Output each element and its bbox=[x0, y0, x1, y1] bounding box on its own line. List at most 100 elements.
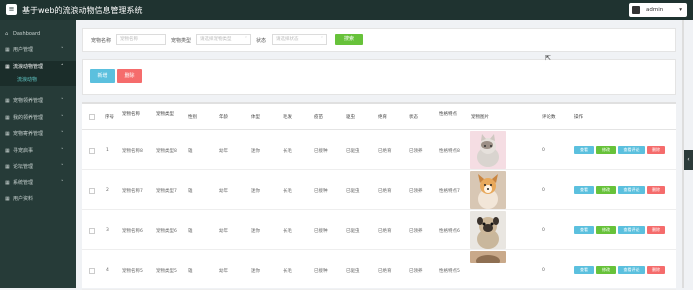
chevron-down-icon: ˅ bbox=[61, 47, 64, 53]
sidebar-item-label: 我的领养管理 bbox=[13, 115, 44, 121]
table-row: 4 宠物名称5 宠物类型5 雄 幼年 迷你 长毛 已接种 已驱虫 已绝育 已领养… bbox=[82, 250, 676, 290]
cell-size: 迷你 bbox=[251, 229, 260, 234]
edit-button[interactable]: 修改 bbox=[596, 186, 616, 194]
edit-button[interactable]: 修改 bbox=[596, 226, 616, 234]
action-panel: 新增 删除 bbox=[82, 59, 676, 95]
sidebar-subitem-stray[interactable]: 流浪动物 bbox=[0, 74, 76, 86]
edit-button[interactable]: 修改 bbox=[596, 266, 616, 274]
view-comments-button[interactable]: 查看评论 bbox=[618, 226, 645, 234]
view-button[interactable]: 查看 bbox=[574, 266, 594, 274]
sidebar-item-lost-pets[interactable]: ▦ 寻宠启事 ˅ bbox=[0, 145, 76, 158]
pet-image bbox=[470, 251, 506, 263]
cell-hair: 长毛 bbox=[283, 149, 292, 154]
cell-gender: 雄 bbox=[188, 269, 193, 274]
view-button[interactable]: 查看 bbox=[574, 146, 594, 154]
sidebar-item-forum[interactable]: ▦ 论坛管理 ˅ bbox=[0, 161, 76, 174]
edit-button[interactable]: 修改 bbox=[596, 146, 616, 154]
sidebar-item-stray-animals[interactable]: ▦ 流浪动物管理 ˄ bbox=[0, 61, 76, 74]
cell-type: 宠物类型6 bbox=[156, 229, 177, 234]
cell-deworm: 已驱虫 bbox=[346, 229, 360, 234]
view-comments-button[interactable]: 查看评论 bbox=[618, 146, 645, 154]
cell-type: 宠物类型5 bbox=[156, 269, 177, 274]
cell-neuter: 已绝育 bbox=[378, 189, 392, 194]
sidebar-item-users[interactable]: ▦ 用户管理 ˅ bbox=[0, 44, 76, 57]
cell-status: 已领养 bbox=[409, 189, 423, 194]
cell-comments: 0 bbox=[542, 148, 545, 153]
cell-hair: 长毛 bbox=[283, 229, 292, 234]
cell-comments: 0 bbox=[542, 268, 545, 273]
table-row: 1 宠物名称8 宠物类型8 雄 幼年 迷你 长毛 已接种 已驱虫 已绝育 已领养… bbox=[82, 130, 676, 170]
type-select[interactable]: 请选择宠物类型 ˅ bbox=[196, 34, 251, 45]
select-all-checkbox[interactable] bbox=[89, 114, 95, 120]
pet-image bbox=[470, 211, 506, 249]
sidebar-item-foster[interactable]: ▦ 宠物寄养管理 ˅ bbox=[0, 128, 76, 141]
avatar-icon bbox=[632, 6, 640, 14]
pet-image bbox=[470, 131, 506, 169]
header-cell: 体型 bbox=[251, 115, 260, 120]
cell-no: 4 bbox=[106, 268, 109, 273]
side-panel-toggle[interactable]: ‹ bbox=[684, 150, 693, 170]
cell-trait: 性格特点6 bbox=[439, 229, 460, 234]
cell-no: 3 bbox=[106, 228, 109, 233]
user-menu[interactable]: admin ▾ bbox=[629, 3, 687, 17]
sidebar-item-dashboard[interactable]: ⌂ Dashboard bbox=[0, 28, 76, 41]
row-checkbox[interactable] bbox=[89, 148, 95, 154]
cell-neuter: 已绝育 bbox=[378, 149, 392, 154]
row-checkbox[interactable] bbox=[89, 188, 95, 194]
grid-icon: ▦ bbox=[5, 164, 10, 170]
chevron-down-icon: ˅ bbox=[320, 37, 323, 42]
chevron-down-icon: ˅ bbox=[244, 37, 247, 42]
cell-name: 宠物名称5 bbox=[122, 269, 143, 274]
sidebar-item-my-adoption[interactable]: ▦ 我的领养管理 ˅ bbox=[0, 112, 76, 125]
add-button[interactable]: 新增 bbox=[90, 69, 115, 83]
sidebar-item-system[interactable]: ▦ 系统管理 ˅ bbox=[0, 177, 76, 190]
header-cell: 绝育 bbox=[378, 115, 387, 120]
sidebar-subitem-label: 流浪动物 bbox=[17, 77, 38, 83]
cell-gender: 雄 bbox=[188, 189, 193, 194]
delete-button[interactable]: 删除 bbox=[117, 69, 142, 83]
row-delete-button[interactable]: 删除 bbox=[647, 266, 665, 274]
cell-age: 幼年 bbox=[219, 149, 228, 154]
pet-photo bbox=[470, 251, 506, 263]
cell-name: 宠物名称8 bbox=[122, 149, 143, 154]
row-delete-button[interactable]: 删除 bbox=[647, 226, 665, 234]
view-button[interactable]: 查看 bbox=[574, 226, 594, 234]
row-delete-button[interactable]: 删除 bbox=[647, 146, 665, 154]
sidebar-item-label: 流浪动物管理 bbox=[13, 64, 44, 70]
cell-age: 幼年 bbox=[219, 269, 228, 274]
row-checkbox[interactable] bbox=[89, 268, 95, 274]
cell-vaccine: 已接种 bbox=[314, 189, 328, 194]
menu-toggle-icon[interactable]: ≡ bbox=[6, 4, 17, 15]
row-delete-button[interactable]: 删除 bbox=[647, 186, 665, 194]
grid-icon: ▦ bbox=[5, 148, 10, 154]
row-checkbox[interactable] bbox=[89, 228, 95, 234]
table-row: 2 宠物名称7 宠物类型7 雄 幼年 迷你 长毛 已接种 已驱虫 已绝育 已领养… bbox=[82, 170, 676, 210]
cell-size: 迷你 bbox=[251, 189, 260, 194]
grid-icon: ▦ bbox=[5, 196, 10, 202]
sidebar-item-profile[interactable]: ▦ 用户资料 bbox=[0, 193, 76, 206]
cell-status: 已领养 bbox=[409, 149, 423, 154]
view-comments-button[interactable]: 查看评论 bbox=[618, 186, 645, 194]
chevron-left-icon: ‹ bbox=[687, 156, 690, 163]
home-icon: ⌂ bbox=[5, 31, 9, 37]
status-select[interactable]: 请选择状态 ˅ bbox=[272, 34, 327, 45]
view-comments-button[interactable]: 查看评论 bbox=[618, 266, 645, 274]
sidebar-item-adoption[interactable]: ▦ 宠物领养管理 ˅ bbox=[0, 95, 76, 108]
sidebar-item-label: Dashboard bbox=[13, 31, 41, 37]
view-button[interactable]: 查看 bbox=[574, 186, 594, 194]
cat-photo bbox=[470, 131, 506, 169]
sidebar: ⌂ Dashboard ▦ 用户管理 ˅ ▦ 流浪动物管理 ˄ 流浪动物 ▦ 宠… bbox=[0, 20, 76, 288]
cell-size: 迷你 bbox=[251, 149, 260, 154]
type-label: 宠物类型 bbox=[171, 38, 192, 44]
sidebar-item-label: 宠物领养管理 bbox=[13, 98, 44, 104]
name-input[interactable]: 宠物名称 bbox=[116, 34, 166, 45]
name-label: 宠物名称 bbox=[91, 38, 112, 44]
grid-icon: ▦ bbox=[5, 98, 10, 104]
header-cell: 疫苗 bbox=[314, 115, 323, 120]
search-button[interactable]: 搜索 bbox=[335, 34, 363, 45]
header-cell: 宠物名称 bbox=[122, 112, 140, 117]
cell-hair: 长毛 bbox=[283, 269, 292, 274]
cell-status: 已领养 bbox=[409, 229, 423, 234]
cell-name: 宠物名称6 bbox=[122, 229, 143, 234]
header-cell: 操作 bbox=[574, 115, 583, 120]
